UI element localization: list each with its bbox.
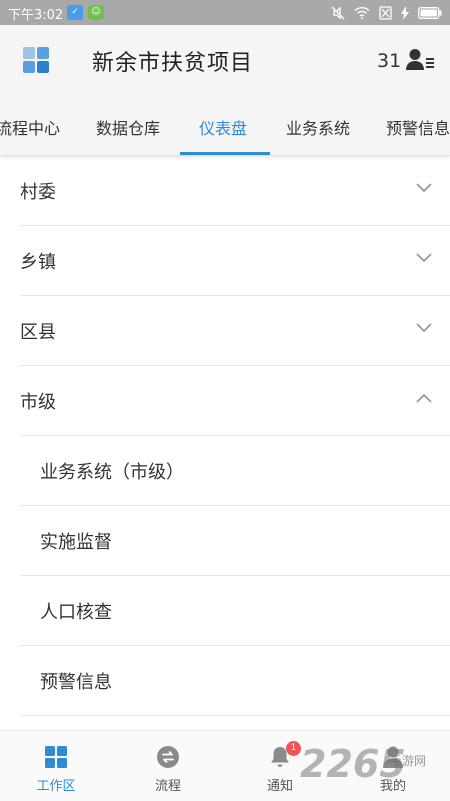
charging-icon — [401, 5, 409, 20]
android-icon: ☺ — [88, 5, 104, 20]
user-count: 31 — [377, 50, 402, 72]
submenu-item-label: 人口核查 — [40, 602, 112, 623]
menu-group-village[interactable]: 村委 — [0, 156, 450, 226]
chevron-down-icon — [416, 183, 432, 193]
tab-business-system[interactable]: 业务系统 — [286, 115, 350, 139]
mute-icon — [331, 5, 345, 20]
tab-dashboard[interactable]: 仪表盘 — [199, 115, 247, 139]
submenu-item-supervision[interactable]: 实施监督 — [0, 506, 450, 576]
submenu-item-label: 业务系统（市级） — [40, 462, 184, 483]
menu-group-city[interactable]: 市级 — [0, 366, 450, 436]
app-header: 新余市扶贫项目 31 — [0, 25, 450, 95]
wifi-icon — [354, 6, 370, 19]
app-grid-icon[interactable] — [23, 47, 49, 73]
shield-icon: ✓ — [67, 5, 83, 20]
submenu-item-warning-info[interactable]: 预警信息 — [0, 646, 450, 716]
tab-data-warehouse[interactable]: 数据仓库 — [96, 115, 160, 139]
chevron-up-icon — [416, 393, 432, 403]
watermark-text: 手游网 — [390, 754, 427, 768]
chevron-down-icon — [416, 323, 432, 333]
watermark: 2265 手游网 — [300, 742, 450, 797]
grid-icon — [45, 746, 67, 768]
notification-badge: 1 — [286, 741, 301, 756]
tab-warning-info[interactable]: 预警信息 — [386, 115, 450, 139]
nav-label: 流程 — [154, 779, 181, 794]
sim-icon — [379, 5, 392, 20]
submenu-item-population-check[interactable]: 人口核查 — [0, 576, 450, 646]
submenu-item-business-system[interactable]: 业务系统（市级） — [0, 436, 450, 506]
battery-icon — [418, 6, 442, 19]
submenu-item-label: 实施监督 — [40, 532, 112, 553]
menu-group-label: 市级 — [20, 392, 56, 413]
submenu-item-label: 预警信息 — [40, 672, 112, 693]
menu-group-label: 乡镇 — [20, 252, 56, 273]
flow-icon — [157, 746, 179, 768]
active-tab-indicator — [180, 152, 270, 155]
chevron-down-icon — [416, 253, 432, 263]
nav-process[interactable]: 流程 — [112, 731, 224, 801]
status-bar: 下午3:02 ✓ ☺ — [0, 0, 450, 25]
tab-bar: 流程中心 数据仓库 仪表盘 业务系统 预警信息 — [0, 95, 450, 156]
menu-group-county[interactable]: 区县 — [0, 296, 450, 366]
nav-workspace[interactable]: 工作区 — [0, 731, 112, 801]
tab-process-center[interactable]: 流程中心 — [0, 115, 60, 139]
menu-group-township[interactable]: 乡镇 — [0, 226, 450, 296]
user-list-icon[interactable] — [406, 48, 436, 72]
menu-group-label: 区县 — [20, 322, 56, 343]
status-time: 下午3:02 — [8, 8, 64, 23]
nav-label: 工作区 — [36, 779, 76, 794]
page-title: 新余市扶贫项目 — [92, 51, 254, 76]
menu-group-label: 村委 — [20, 182, 56, 203]
